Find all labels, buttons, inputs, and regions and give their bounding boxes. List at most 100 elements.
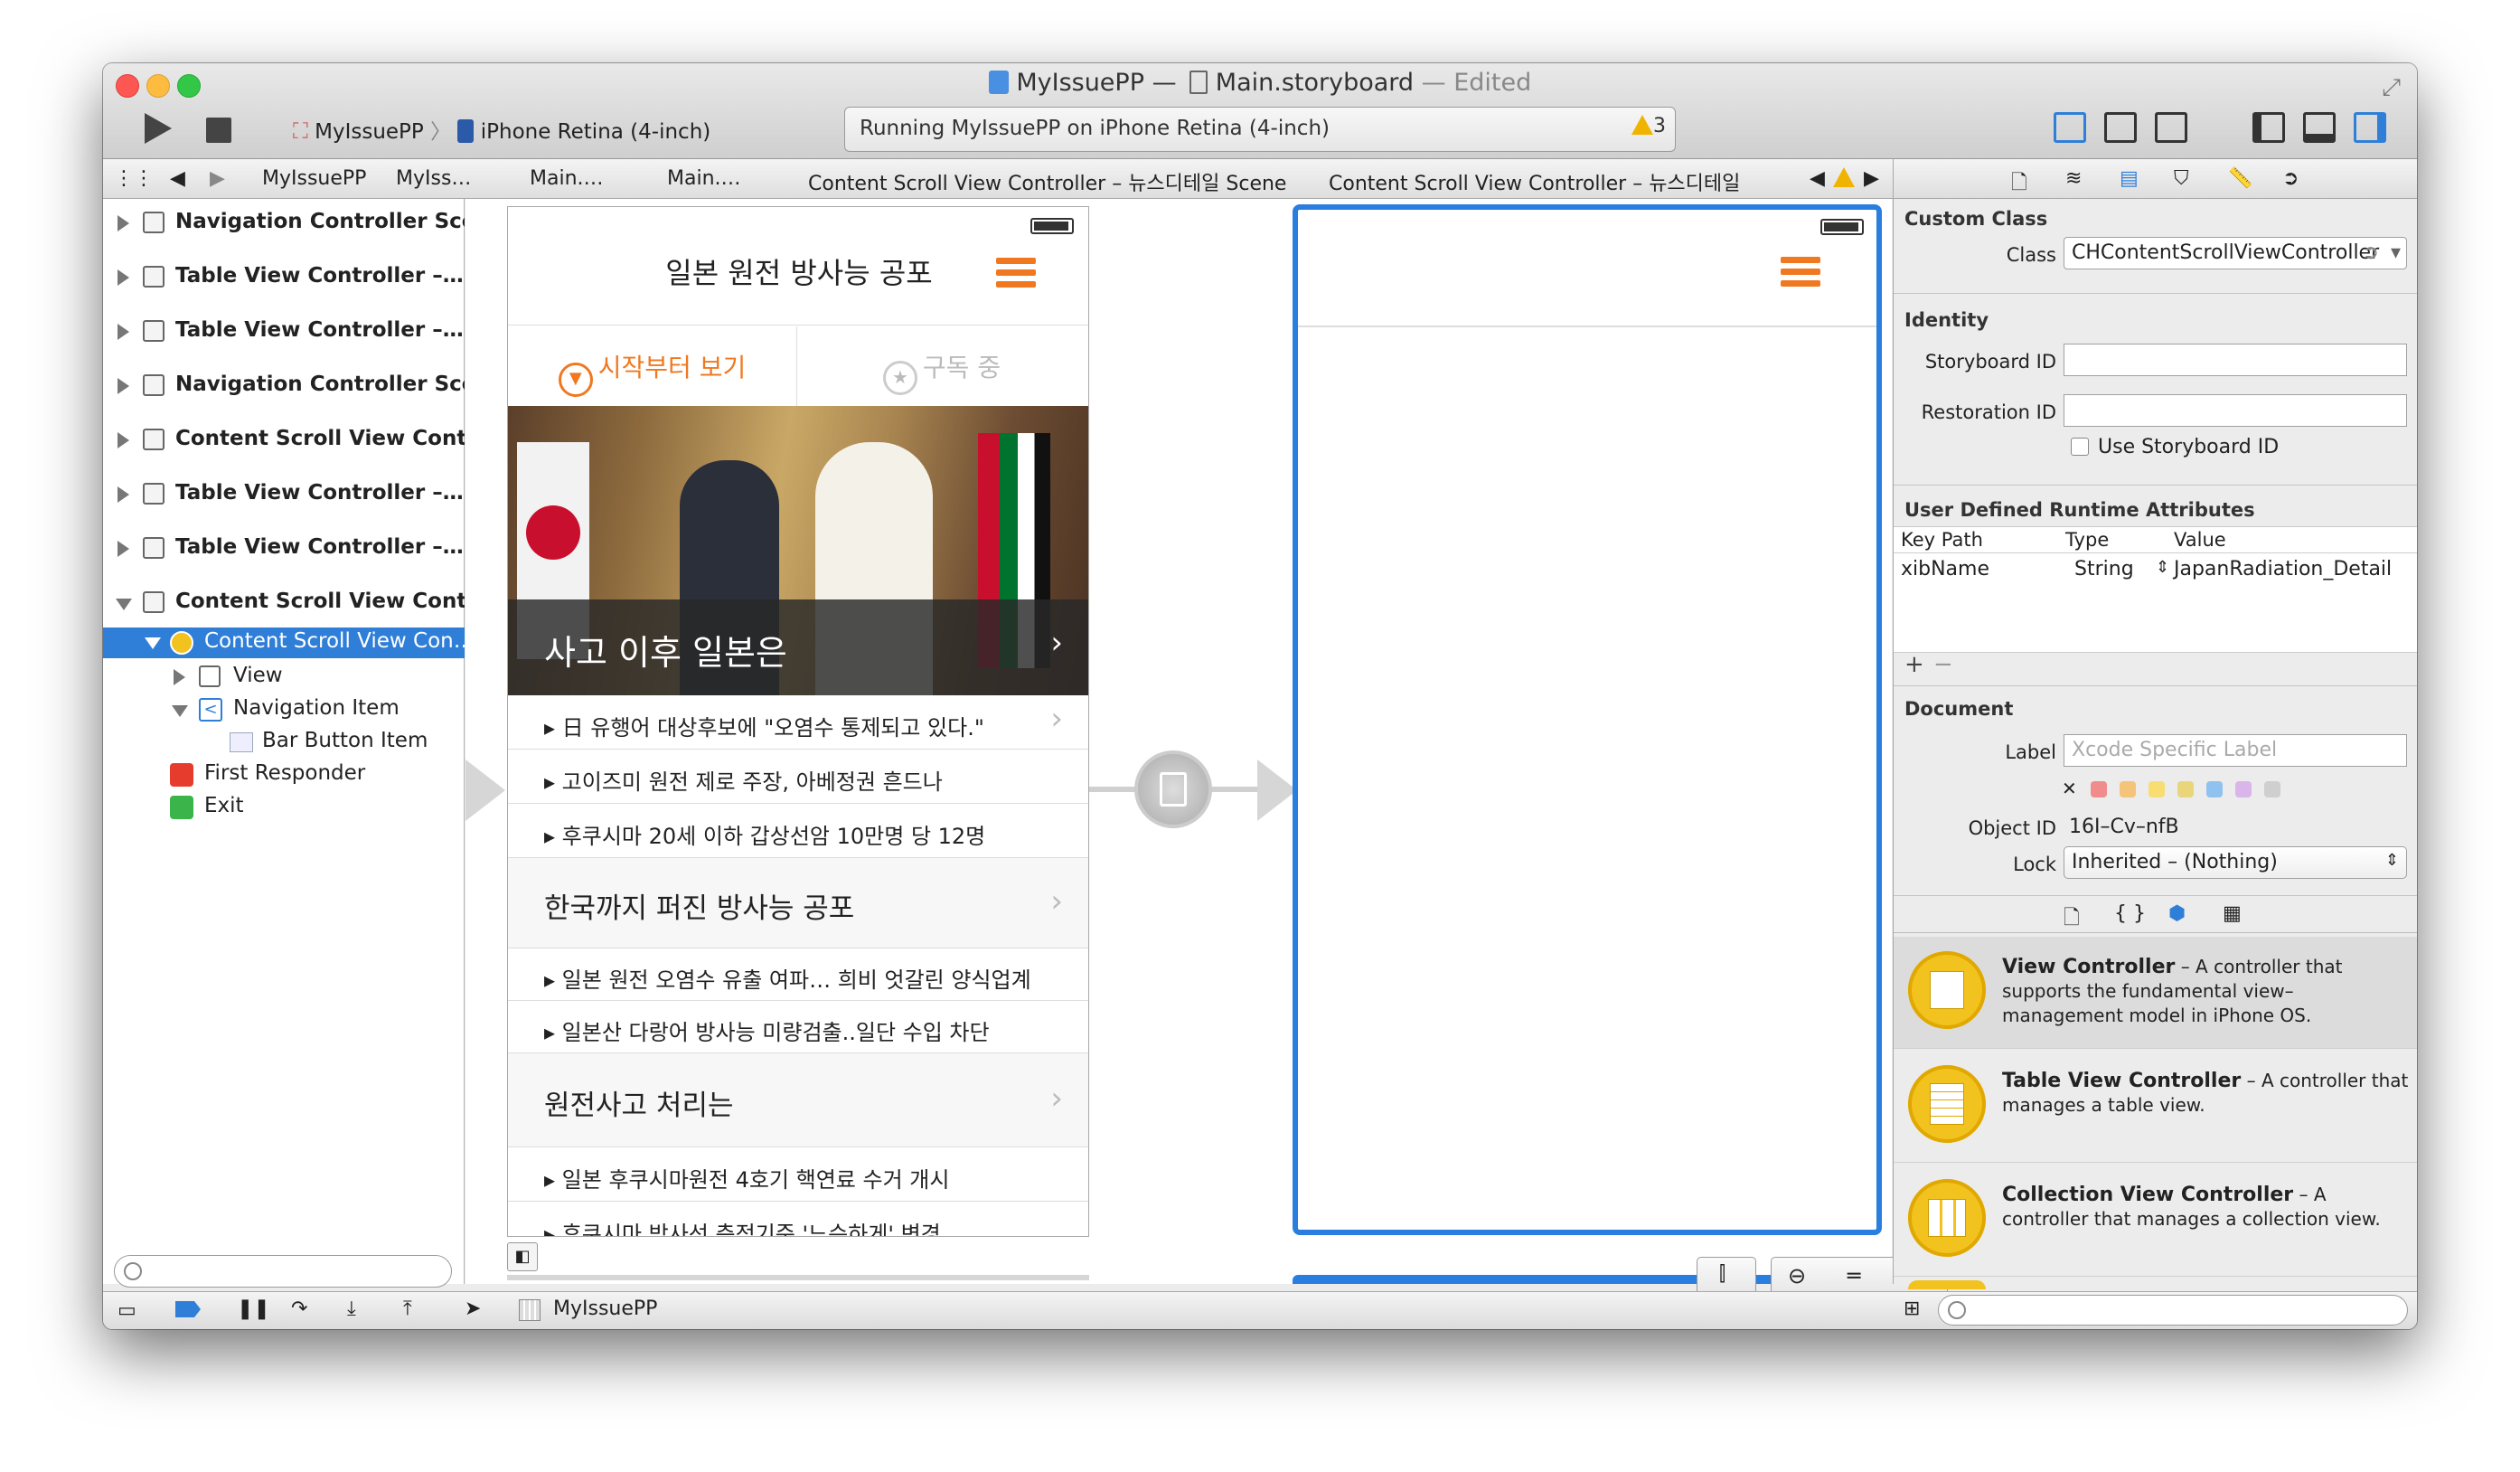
udra-value[interactable]: JapanRadiation_Detail	[2174, 558, 2392, 580]
zoom-out-icon[interactable]: ⊖	[1788, 1263, 1806, 1288]
outline-scene-0[interactable]: Navigation Controller Scene	[103, 210, 465, 239]
connections-inspector-icon[interactable]: ➲	[2282, 167, 2299, 190]
issue-warning-icon[interactable]	[1833, 167, 1855, 190]
grid-view-icon[interactable]: ⊞	[1904, 1297, 1920, 1320]
utilities-toggle-icon[interactable]	[2354, 112, 2386, 143]
use-storyboard-id-checkbox[interactable]	[2071, 438, 2089, 456]
color-swatch-gray[interactable]	[2264, 781, 2280, 797]
segue-icon[interactable]	[1134, 750, 1212, 828]
udra-type[interactable]: String	[2074, 558, 2134, 580]
forward-icon[interactable]: ▶	[210, 167, 225, 190]
back-icon[interactable]: ◀	[170, 167, 185, 190]
outline-scene-2[interactable]: Table View Controller –…	[103, 318, 465, 347]
breadcrumb-scene[interactable]: Content Scroll View Controller – 뉴스디테일 S…	[808, 167, 1286, 196]
storyboard-canvas[interactable]: 일본 원전 방사능 공포 ▼ 시작부터 보기 ★ 구독 중 사고 이후 일본은 › ▸…	[465, 199, 1948, 1297]
outline-scene-3[interactable]: Navigation Controller Scene	[103, 373, 465, 401]
document-label-field[interactable]: Xcode Specific Label	[2064, 734, 2407, 767]
restoration-id-field[interactable]	[2064, 394, 2407, 427]
hide-debug-area-icon[interactable]: ▭	[118, 1299, 136, 1322]
section-header[interactable]: 원전사고 처리는 ›	[508, 1053, 1088, 1147]
library-item-view-controller[interactable]: View Controller – A controller that supp…	[1894, 937, 2417, 1049]
debug-target-label[interactable]: MyIssuePP	[553, 1297, 657, 1320]
run-button[interactable]	[145, 113, 172, 144]
library-filter[interactable]	[1938, 1295, 2408, 1326]
breadcrumb-folder[interactable]: MyIss…	[396, 167, 471, 190]
issue-next-icon[interactable]: ▶	[1864, 167, 1879, 190]
news-item[interactable]: ▸ 일본 원전 오염수 유출 여파… 희비 엇갈린 양식업계	[508, 948, 1088, 1001]
size-inspector-icon[interactable]: 📏	[2228, 167, 2252, 190]
outline-navigation-item[interactable]: < Navigation Item	[103, 694, 465, 725]
pause-icon[interactable]: ❚❚	[237, 1297, 270, 1320]
color-swatch-orange[interactable]	[2120, 781, 2136, 797]
news-item[interactable]: ▸ 일본산 다랑어 방사능 미량검출..일단 수입 차단	[508, 1001, 1088, 1053]
library-item-collection-view-controller[interactable]: Collection View Controller – A controlle…	[1894, 1165, 2417, 1277]
version-editor-icon[interactable]	[2155, 112, 2187, 143]
outline-selected-controller[interactable]: Content Scroll View Con…	[103, 627, 465, 658]
stop-button[interactable]	[206, 118, 231, 143]
standard-editor-icon[interactable]	[2054, 112, 2086, 143]
news-item[interactable]: ▸ 일본 후쿠시마원전 4호기 핵연료 수거 개시	[508, 1147, 1088, 1202]
col-value[interactable]: Value	[2174, 529, 2226, 551]
issue-prev-icon[interactable]: ◀	[1810, 167, 1825, 190]
segment-start-from-beginning[interactable]: ▼ 시작부터 보기	[508, 326, 797, 406]
breadcrumb-controller[interactable]: Content Scroll View Controller – 뉴스디테일	[1329, 167, 1740, 196]
zoom-fit-icon[interactable]: ═	[1848, 1263, 1860, 1288]
news-item[interactable]: ▸ 日 유행어 대상후보에 "오염수 통제되고 있다." ›	[508, 695, 1088, 750]
udra-key[interactable]: xibName	[1901, 558, 1989, 580]
news-item[interactable]: ▸ 후쿠시마 20세 이하 갑상선암 10만명 당 12명	[508, 804, 1088, 858]
related-items-icon[interactable]: ⋮⋮	[114, 167, 154, 190]
scene-content-scroll-view[interactable]: 일본 원전 방사능 공포 ▼ 시작부터 보기 ★ 구독 중 사고 이후 일본은 › ▸…	[507, 206, 1089, 1237]
breadcrumb-file-1[interactable]: Main.…	[530, 167, 604, 190]
color-swatch-blue[interactable]	[2206, 781, 2223, 797]
file-template-library-icon[interactable]: 🗋	[2064, 902, 2080, 937]
outline-scene-4[interactable]: Content Scroll View Cont…	[103, 427, 465, 456]
breadcrumb-project[interactable]: MyIssuePP	[262, 167, 366, 190]
scheme-selector[interactable]: ⛶ MyIssuePP 〉 iPhone Retina (4-inch)	[293, 114, 710, 145]
debug-area-toggle-icon[interactable]	[2303, 112, 2336, 143]
assistant-editor-icon[interactable]	[2104, 112, 2137, 143]
remove-attribute-button[interactable]: −	[1933, 651, 1953, 678]
step-out-icon[interactable]: ⤒	[403, 1297, 412, 1320]
outline-scene-7[interactable]: Content Scroll View Cont…	[103, 590, 465, 618]
color-swatch-purple[interactable]	[2235, 781, 2252, 797]
outline-scene-5[interactable]: Table View Controller –…	[103, 481, 465, 510]
outline-exit[interactable]: Exit	[103, 792, 465, 823]
code-snippet-library-icon[interactable]: { }	[2114, 902, 2146, 925]
color-swatch-green[interactable]	[2177, 781, 2194, 797]
outline-scene-1[interactable]: Table View Controller –…	[103, 264, 465, 293]
navigator-toggle-icon[interactable]	[2252, 112, 2285, 143]
segment-subscribed[interactable]: ★ 구독 중	[797, 326, 1086, 406]
attributes-inspector-icon[interactable]: ⛉	[2174, 167, 2189, 190]
step-over-icon[interactable]: ↷	[291, 1297, 307, 1320]
scene-dock-icon[interactable]: ◧	[507, 1242, 538, 1271]
step-into-icon[interactable]: ⤓	[347, 1297, 356, 1320]
identity-inspector-icon[interactable]: ▤	[2120, 167, 2139, 190]
scene-detail-empty[interactable]	[1293, 204, 1882, 1235]
library-item-table-view-controller[interactable]: Table View Controller – A controller tha…	[1894, 1051, 2417, 1163]
col-type[interactable]: Type	[2065, 529, 2109, 551]
section-header[interactable]: 한국까지 퍼진 방사능 공포 ›	[508, 858, 1088, 948]
breakpoints-icon[interactable]	[175, 1301, 201, 1317]
outline-bar-button-item[interactable]: Bar Button Item	[103, 727, 465, 758]
col-key-path[interactable]: Key Path	[1901, 529, 1983, 551]
object-library-icon[interactable]: ⬢	[2168, 902, 2186, 925]
outline-scene-6[interactable]: Table View Controller –…	[103, 535, 465, 564]
color-swatch-red[interactable]	[2091, 781, 2107, 797]
add-attribute-button[interactable]: +	[1904, 651, 1924, 678]
lock-popup[interactable]: Inherited – (Nothing) ⇕	[2064, 846, 2407, 879]
fullscreen-icon[interactable]: ⤢	[2382, 74, 2401, 102]
storyboard-id-field[interactable]	[2064, 344, 2407, 376]
photo-caption[interactable]: 사고 이후 일본은 ›	[508, 599, 1088, 695]
outline-view[interactable]: View	[103, 662, 465, 693]
file-inspector-icon[interactable]: 🗋	[2011, 167, 2027, 202]
news-item[interactable]: ▸ 고이즈미 원전 제로 주장, 아베정권 흔드나	[508, 750, 1088, 804]
news-item[interactable]: ▸ 후쿠시마 방사선 측정기준 '느슨하게' 변경	[508, 1202, 1088, 1236]
menu-icon[interactable]	[1781, 257, 1820, 288]
warning-badge[interactable]: 3	[1631, 115, 1666, 137]
location-icon[interactable]: ➤	[465, 1297, 481, 1320]
class-arrow-icon[interactable]: ➲	[2363, 241, 2379, 264]
class-dropdown-icon[interactable]: ▾	[2391, 241, 2401, 264]
color-swatch-yellow[interactable]	[2149, 781, 2165, 797]
breadcrumb-file-2[interactable]: Main.…	[667, 167, 741, 190]
media-library-icon[interactable]: ▦	[2223, 902, 2242, 925]
